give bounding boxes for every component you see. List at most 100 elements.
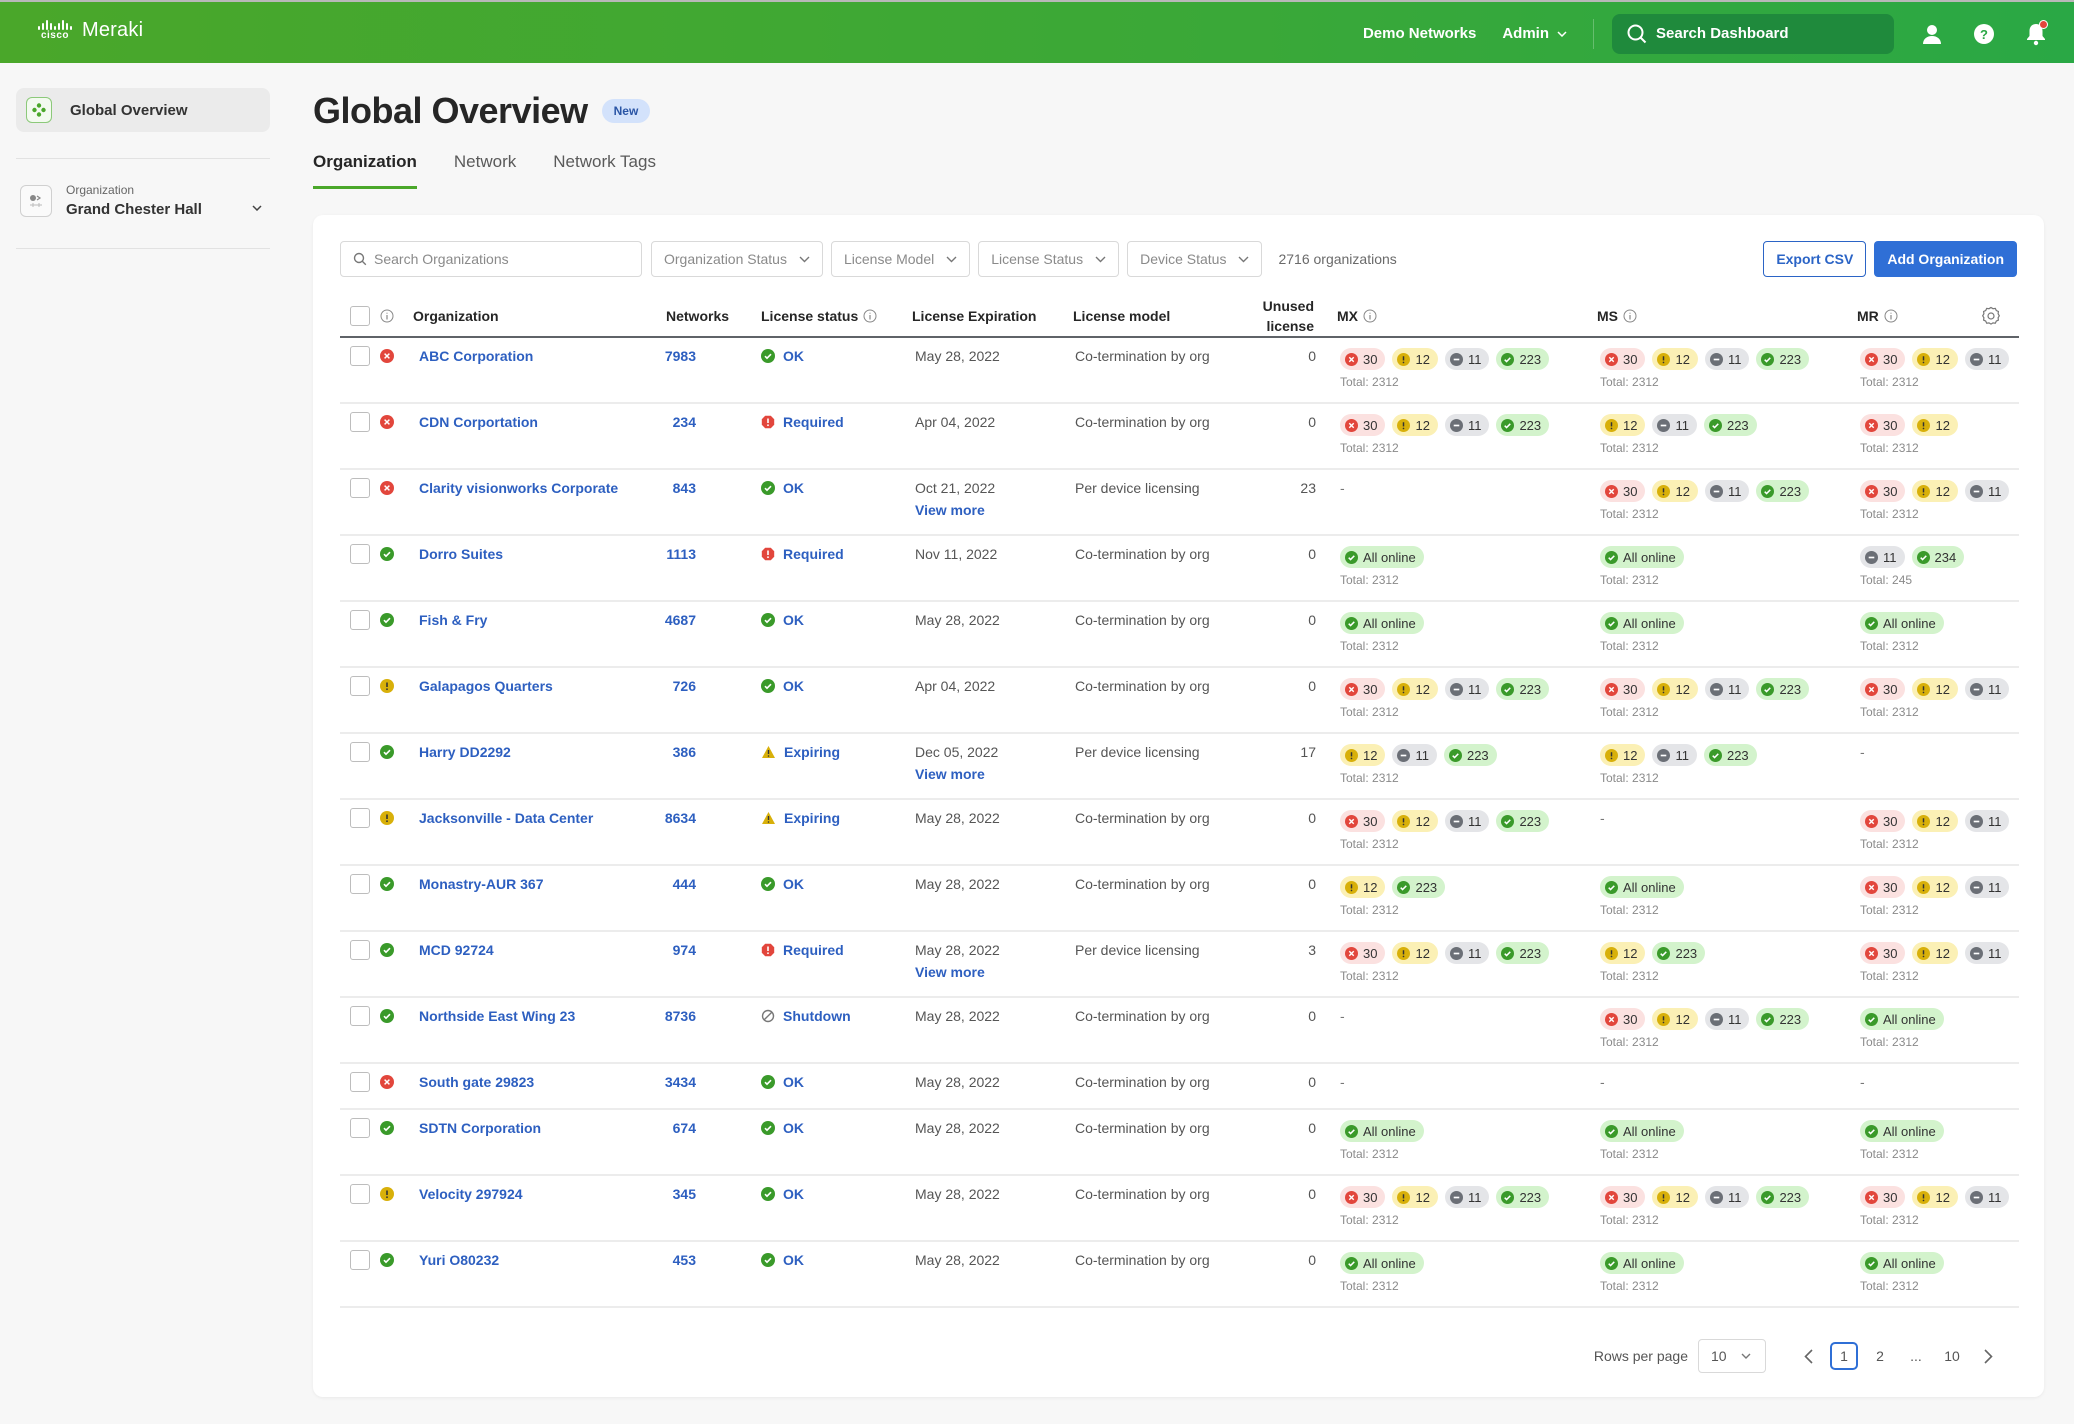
mx-status-pill[interactable]: 11 — [1392, 744, 1437, 766]
mr-status-pill[interactable]: 11 — [1964, 876, 2010, 898]
mx-status-pill[interactable]: All online — [1340, 546, 1424, 568]
admin-menu[interactable]: Admin — [1502, 25, 1567, 42]
ms-status-pill[interactable]: 30 — [1600, 480, 1646, 502]
column-networks[interactable]: Networks — [666, 293, 729, 338]
license-status[interactable]: OK — [761, 1074, 804, 1090]
bell-icon[interactable] — [2022, 19, 2050, 48]
license-model-filter[interactable]: License Model — [830, 241, 971, 277]
mr-status-pill[interactable]: All online — [1860, 1252, 1944, 1274]
select-all-checkbox[interactable] — [350, 305, 370, 326]
ms-status-pill[interactable]: 11 — [1704, 348, 1750, 370]
previous-page-button[interactable] — [1798, 1348, 1818, 1364]
mr-status-pill[interactable]: 30 — [1860, 348, 1906, 370]
mx-status-pill[interactable]: 223 — [1496, 810, 1550, 832]
ms-status-pill[interactable]: 12 — [1600, 744, 1646, 766]
column-unused-license[interactable]: Unused license — [1254, 293, 1314, 338]
license-status[interactable]: Expiring — [761, 744, 840, 760]
ms-status-pill[interactable]: 223 — [1756, 678, 1810, 700]
mx-status-pill[interactable]: 11 — [1444, 414, 1490, 436]
row-checkbox[interactable] — [350, 544, 370, 564]
networks-count-link[interactable]: 345 — [636, 1186, 696, 1202]
organization-name-link[interactable]: SDTN Corporation — [419, 1120, 541, 1136]
column-ms[interactable]: MS — [1597, 293, 1637, 338]
page-button-1[interactable]: 1 — [1830, 1342, 1858, 1370]
ms-status-pill[interactable]: 223 — [1756, 480, 1810, 502]
mr-status-pill[interactable]: 12 — [1912, 876, 1958, 898]
gear-icon[interactable] — [1981, 306, 2001, 326]
ms-status-pill[interactable]: 12 — [1652, 1186, 1698, 1208]
cisco-meraki-logo[interactable]: cisco Meraki — [38, 19, 143, 42]
column-license-model[interactable]: License model — [1073, 293, 1170, 338]
organization-name-link[interactable]: Northside East Wing 23 — [419, 1008, 575, 1024]
info-icon[interactable] — [1884, 309, 1898, 323]
organization-status-filter[interactable]: Organization Status — [651, 241, 823, 277]
mr-status-pill[interactable]: 12 — [1912, 480, 1958, 502]
mx-status-pill[interactable]: All online — [1340, 612, 1424, 634]
view-more-link[interactable]: View more — [915, 766, 998, 782]
info-icon[interactable] — [1363, 309, 1377, 323]
mx-status-pill[interactable]: 11 — [1444, 810, 1490, 832]
help-icon[interactable]: ? — [1970, 20, 1998, 48]
mr-status-pill[interactable]: 12 — [1912, 1186, 1958, 1208]
networks-count-link[interactable]: 4687 — [636, 612, 696, 628]
mx-status-pill[interactable]: 11 — [1444, 942, 1490, 964]
table-row[interactable]: Galapagos Quarters 726 OK Apr 04, 2022 C… — [340, 668, 2019, 734]
search-dashboard-input[interactable]: Search Dashboard — [1612, 13, 1894, 54]
table-row[interactable]: Clarity visionworks Corporate 843 OK Oct… — [340, 470, 2019, 536]
table-row[interactable]: CDN Corportation 234 Required Apr 04, 20… — [340, 404, 2019, 470]
organization-name-link[interactable]: Fish & Fry — [419, 612, 487, 628]
license-status[interactable]: OK — [761, 876, 804, 892]
ms-status-pill[interactable]: 12 — [1652, 348, 1698, 370]
export-csv-button[interactable]: Export CSV — [1763, 241, 1867, 277]
mx-status-pill[interactable]: All online — [1340, 1252, 1424, 1274]
table-row[interactable]: Northside East Wing 23 8736 Shutdown May… — [340, 998, 2019, 1064]
next-page-button[interactable] — [1978, 1348, 1998, 1364]
mr-status-pill[interactable]: 30 — [1860, 678, 1906, 700]
mr-status-pill[interactable]: 11 — [1964, 678, 2010, 700]
mx-status-pill[interactable]: 223 — [1496, 348, 1550, 370]
mr-status-pill[interactable]: 11 — [1964, 942, 2010, 964]
table-row[interactable]: Velocity 297924 345 OK May 28, 2022 Co-t… — [340, 1176, 2019, 1242]
mr-status-pill[interactable]: 30 — [1860, 414, 1906, 436]
mx-status-pill[interactable]: 30 — [1340, 678, 1386, 700]
row-checkbox[interactable] — [350, 1250, 370, 1270]
ms-status-pill[interactable]: 30 — [1600, 1186, 1646, 1208]
mx-status-pill[interactable]: 30 — [1340, 1186, 1386, 1208]
row-checkbox[interactable] — [350, 676, 370, 696]
mx-status-pill[interactable]: 11 — [1444, 348, 1490, 370]
organization-name-link[interactable]: Yuri O80232 — [419, 1252, 499, 1268]
row-checkbox[interactable] — [350, 742, 370, 762]
organization-name-link[interactable]: CDN Corportation — [419, 414, 538, 430]
ms-status-pill[interactable]: 11 — [1704, 678, 1750, 700]
license-status[interactable]: OK — [761, 1186, 804, 1202]
mx-status-pill[interactable]: 223 — [1496, 1186, 1550, 1208]
networks-count-link[interactable]: 674 — [636, 1120, 696, 1136]
mr-status-pill[interactable]: 12 — [1912, 942, 1958, 964]
row-checkbox[interactable] — [350, 940, 370, 960]
column-mx[interactable]: MX — [1337, 293, 1377, 338]
mr-status-pill[interactable]: 12 — [1912, 810, 1958, 832]
license-status[interactable]: Required — [761, 414, 844, 430]
mr-status-pill[interactable]: All online — [1860, 1008, 1944, 1030]
mx-status-pill[interactable]: 30 — [1340, 414, 1386, 436]
license-status[interactable]: Required — [761, 942, 844, 958]
page-button-2[interactable]: 2 — [1866, 1342, 1894, 1370]
mr-status-pill[interactable]: 234 — [1911, 546, 1965, 568]
ms-status-pill[interactable]: 223 — [1756, 348, 1810, 370]
mx-status-pill[interactable]: 11 — [1444, 1186, 1490, 1208]
table-row[interactable]: SDTN Corporation 674 OK May 28, 2022 Co-… — [340, 1110, 2019, 1176]
row-checkbox[interactable] — [350, 610, 370, 630]
table-row[interactable]: South gate 29823 3434 OK May 28, 2022 Co… — [340, 1064, 2019, 1110]
table-row[interactable]: Monastry-AUR 367 444 OK May 28, 2022 Co-… — [340, 866, 2019, 932]
table-row[interactable]: MCD 92724 974 Required May 28, 2022 View … — [340, 932, 2019, 998]
ms-status-pill[interactable]: 12 — [1600, 414, 1646, 436]
table-row[interactable]: Fish & Fry 4687 OK May 28, 2022 Co-termi… — [340, 602, 2019, 668]
ms-status-pill[interactable]: All online — [1600, 612, 1684, 634]
mr-status-pill[interactable]: 12 — [1912, 414, 1958, 436]
organization-name-link[interactable]: Harry DD2292 — [419, 744, 511, 760]
ms-status-pill[interactable]: 223 — [1652, 942, 1706, 964]
view-more-link[interactable]: View more — [915, 964, 1000, 980]
mr-status-pill[interactable]: 11 — [1964, 348, 2010, 370]
networks-count-link[interactable]: 726 — [636, 678, 696, 694]
mx-status-pill[interactable]: 223 — [1496, 678, 1550, 700]
